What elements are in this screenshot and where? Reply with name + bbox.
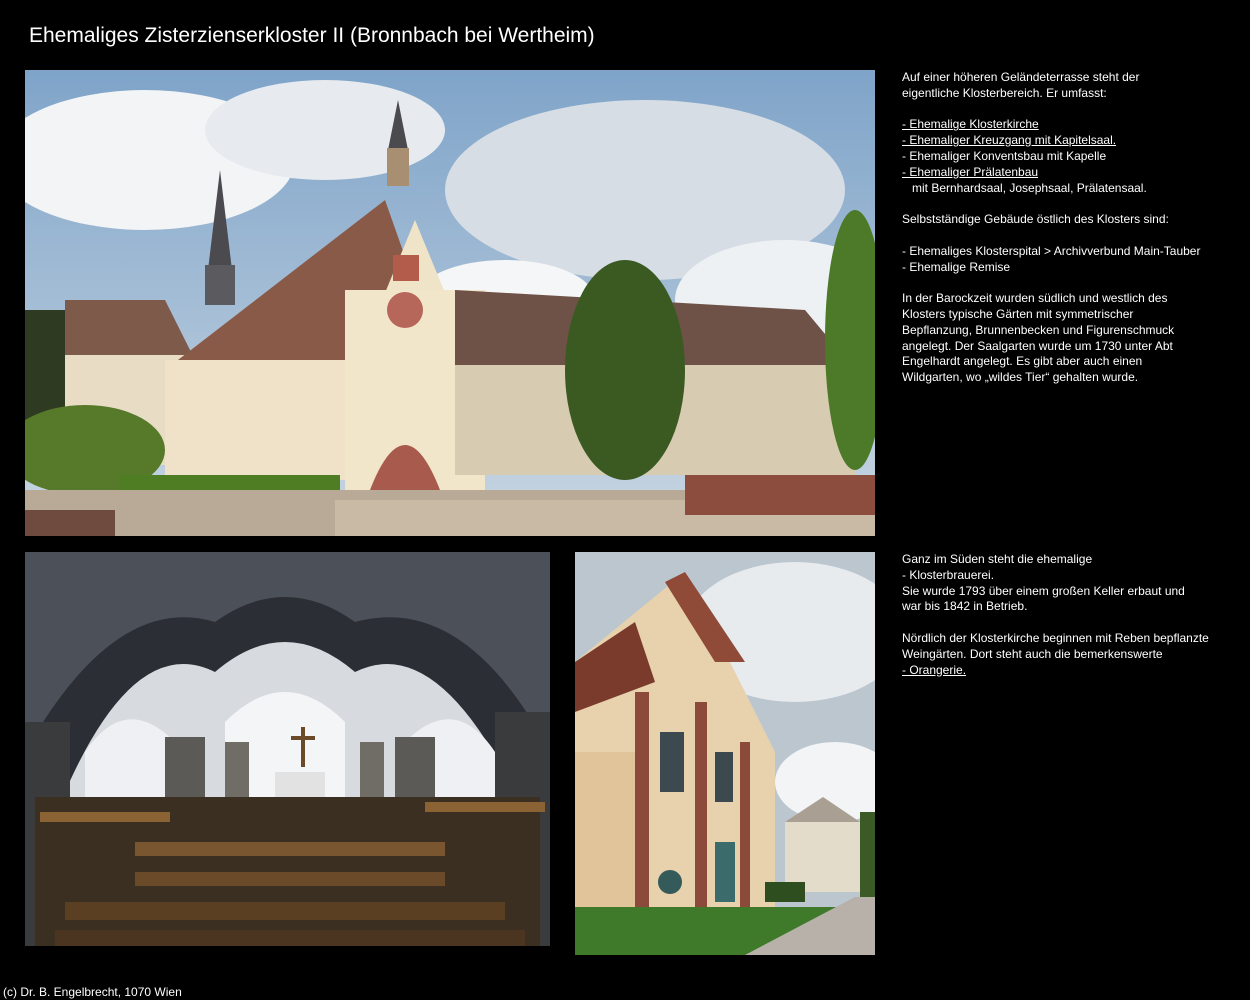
baroque-line: Klosters typische Gärten mit symmetrisch… — [902, 306, 1134, 321]
orangery-photo — [575, 552, 875, 955]
brewery-line: Ganz im Süden steht die ehemalige — [902, 552, 1093, 566]
brewery-line: - Klosterbrauerei. — [902, 567, 995, 582]
link-kreuzgang[interactable]: - Ehemaliger Kreuzgang mit Kapitelsaal. — [902, 133, 1116, 147]
baroque-line: Wildgarten, wo „wildes Tier“ gehalten wu… — [902, 370, 1139, 385]
church-exterior-photo — [25, 70, 875, 536]
link-orangerie[interactable]: - Orangerie. — [902, 663, 966, 677]
vineyard-line: Weingärten. Dort steht auch die bemerken… — [902, 646, 1163, 661]
intro-line: Auf einer höheren Geländeterrasse steht … — [902, 70, 1140, 84]
baroque-line: angelegt. Der Saalgarten wurde um 1730 u… — [902, 338, 1173, 353]
copyright-footer: (c) Dr. B. Engelbrecht, 1070 Wien — [3, 985, 182, 999]
description-top: Auf einer höheren Geländeterrasse steht … — [902, 70, 1232, 386]
vaulted-hall-photo — [25, 552, 550, 946]
brewery-line: Sie wurde 1793 über einem großen Keller … — [902, 583, 1185, 598]
link-klosterkirche[interactable]: - Ehemalige Klosterkirche — [902, 117, 1039, 131]
vineyard-line: Nördlich der Klosterkirche beginnen mit … — [902, 630, 1209, 645]
item-remise: - Ehemalige Remise — [902, 259, 1011, 274]
east-heading: Selbstständige Gebäude östlich des Klost… — [902, 212, 1169, 227]
item-saele: mit Bernhardsaal, Josephsaal, Prälatensa… — [912, 180, 1147, 195]
item-konventsbau: - Ehemaliger Konventsbau mit Kapelle — [902, 148, 1107, 163]
baroque-line: In der Barockzeit wurden südlich und wes… — [902, 291, 1168, 306]
intro-line: eigentliche Klosterbereich. Er umfasst: — [902, 85, 1107, 100]
description-bottom: Ganz im Süden steht die ehemalige - Klos… — [902, 552, 1232, 678]
brewery-line: war bis 1842 in Betrieb. — [902, 599, 1028, 614]
item-klosterspital: - Ehemaliges Klosterspital > Archivverbu… — [902, 243, 1201, 258]
page-title: Ehemaliges Zisterzienserkloster II (Bron… — [29, 24, 595, 47]
link-praelatenbau[interactable]: - Ehemaliger Prälatenbau — [902, 165, 1038, 179]
baroque-line: Bepflanzung, Brunnenbecken und Figurensc… — [902, 322, 1175, 337]
baroque-line: Engelhardt angelegt. Es gibt aber auch e… — [902, 354, 1143, 369]
